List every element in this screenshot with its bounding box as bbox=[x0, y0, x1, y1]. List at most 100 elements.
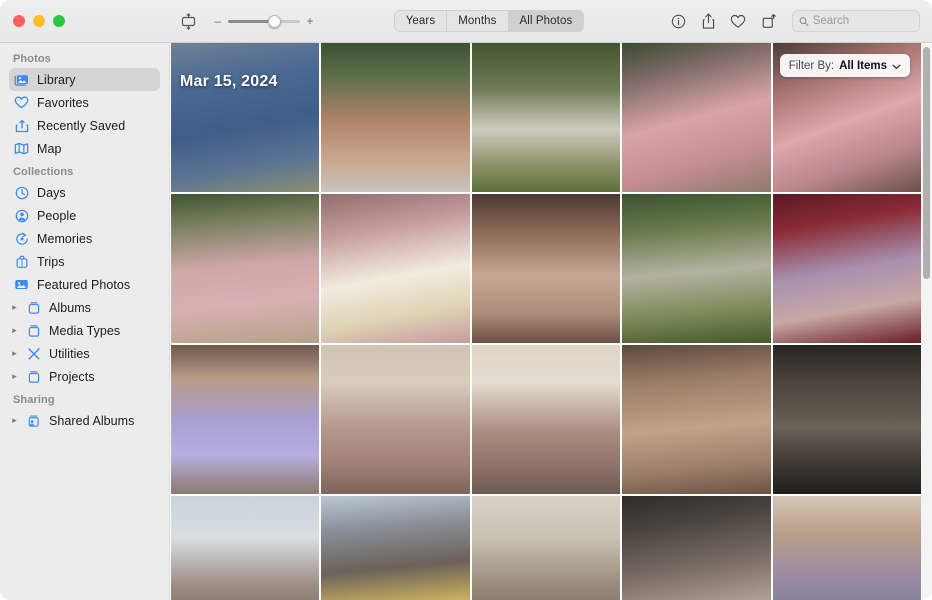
sidebar-item-utilities[interactable]: ▸ Utilities bbox=[9, 342, 160, 365]
favorite-heart-icon[interactable] bbox=[724, 9, 752, 33]
photo-thumbnail[interactable] bbox=[471, 345, 621, 494]
photo-thumbnail[interactable] bbox=[622, 345, 771, 494]
photos-window: – + Years Months All Photos Search Photo… bbox=[0, 0, 932, 600]
sidebar-item-favorites[interactable]: Favorites bbox=[9, 91, 160, 114]
album-icon bbox=[25, 370, 42, 384]
toolbar-right-group bbox=[664, 9, 932, 33]
sidebar-item-label: Shared Albums bbox=[49, 413, 135, 428]
photo-thumbnail[interactable] bbox=[171, 496, 320, 600]
sidebar-item-library[interactable]: Library bbox=[9, 68, 160, 91]
sidebar-item-label: Map bbox=[37, 141, 62, 156]
sidebar-item-shared-albums[interactable]: ▸ Shared Albums bbox=[9, 409, 160, 432]
maximize-button[interactable] bbox=[53, 15, 65, 27]
sidebar-item-label: Utilities bbox=[49, 346, 90, 361]
photo-image bbox=[171, 496, 320, 600]
photo-thumbnail[interactable] bbox=[471, 43, 621, 192]
sidebar-item-label: Trips bbox=[37, 254, 65, 269]
zoom-slider-knob[interactable] bbox=[268, 14, 282, 28]
photo-thumbnail[interactable] bbox=[471, 194, 621, 343]
photo-image bbox=[321, 345, 470, 494]
photo-thumbnail[interactable] bbox=[321, 345, 470, 494]
sidebar-item-recently-saved[interactable]: Recently Saved bbox=[9, 114, 160, 137]
thumbnail-zoom-slider[interactable]: – + bbox=[214, 14, 314, 28]
toolbar-left-group: – + bbox=[170, 9, 314, 33]
photo-image bbox=[321, 43, 470, 192]
photo-thumbnail[interactable] bbox=[321, 496, 470, 600]
zoom-in-label[interactable]: + bbox=[306, 15, 314, 27]
photo-thumbnail[interactable] bbox=[321, 194, 470, 343]
sidebar-item-label: Favorites bbox=[37, 95, 89, 110]
photo-image bbox=[171, 43, 320, 192]
chevron-down-icon[interactable] bbox=[892, 57, 901, 75]
photo-thumbnail[interactable] bbox=[622, 496, 771, 600]
heart-icon bbox=[13, 96, 30, 109]
chevron-right-icon[interactable]: ▸ bbox=[9, 415, 20, 426]
sidebar-item-days[interactable]: Days bbox=[9, 181, 160, 204]
rotate-icon[interactable] bbox=[754, 9, 782, 33]
album-icon bbox=[25, 301, 42, 315]
chevron-right-icon[interactable]: ▸ bbox=[9, 325, 20, 336]
photo-thumbnail[interactable] bbox=[772, 194, 921, 343]
utilities-tools-icon bbox=[25, 347, 42, 361]
sidebar-item-label: Albums bbox=[49, 300, 91, 315]
photo-thumbnail[interactable] bbox=[772, 496, 921, 600]
search-input[interactable] bbox=[812, 15, 913, 27]
tab-months[interactable]: Months bbox=[447, 11, 509, 31]
sidebar-item-memories[interactable]: Memories bbox=[9, 227, 160, 250]
shared-album-icon bbox=[25, 414, 42, 428]
filter-by-dropdown[interactable]: Filter By: All Items bbox=[779, 54, 910, 77]
sidebar-item-people[interactable]: People bbox=[9, 204, 160, 227]
sidebar-item-projects[interactable]: ▸ Projects bbox=[9, 365, 160, 388]
sidebar-item-trips[interactable]: Trips bbox=[9, 250, 160, 273]
filter-by-label: Filter By: bbox=[788, 59, 835, 72]
sidebar-item-label: Memories bbox=[37, 231, 93, 246]
sidebar-item-media-types[interactable]: ▸ Media Types bbox=[9, 319, 160, 342]
view-mode-segmented-control: Years Months All Photos bbox=[314, 10, 664, 32]
sidebar: Photos Library Favorites Recently Saved … bbox=[0, 43, 170, 600]
minimize-button[interactable] bbox=[33, 15, 45, 27]
sidebar-item-featured-photos[interactable]: Featured Photos bbox=[9, 273, 160, 296]
chevron-right-icon[interactable]: ▸ bbox=[9, 302, 20, 313]
search-field[interactable] bbox=[792, 10, 920, 32]
sidebar-item-map[interactable]: Map bbox=[9, 137, 160, 160]
photo-thumbnail[interactable] bbox=[171, 194, 320, 343]
photo-image bbox=[622, 345, 771, 494]
sidebar-toggle-icon[interactable] bbox=[175, 9, 201, 33]
sidebar-item-albums[interactable]: ▸ Albums bbox=[9, 296, 160, 319]
chevron-right-icon[interactable]: ▸ bbox=[9, 371, 20, 382]
vertical-scrollbar[interactable] bbox=[923, 47, 930, 279]
sidebar-item-label: Recently Saved bbox=[37, 118, 126, 133]
photo-thumbnail[interactable] bbox=[171, 345, 320, 494]
photo-thumbnail[interactable] bbox=[321, 43, 470, 192]
photo-grid-area: Mar 15, 2024 Filter By: All Items bbox=[170, 43, 932, 600]
photo-image bbox=[471, 345, 621, 494]
sidebar-item-label: Media Types bbox=[49, 323, 121, 338]
window-controls bbox=[0, 15, 170, 27]
photo-image bbox=[321, 194, 470, 343]
photo-grid bbox=[170, 43, 921, 600]
sidebar-item-label: People bbox=[37, 208, 77, 223]
tab-years[interactable]: Years bbox=[395, 11, 448, 31]
photo-image bbox=[471, 194, 621, 343]
photo-thumbnail[interactable] bbox=[772, 345, 921, 494]
info-icon[interactable] bbox=[664, 9, 692, 33]
sidebar-section-sharing: Sharing bbox=[13, 394, 55, 406]
toolbar: – + Years Months All Photos bbox=[0, 0, 932, 43]
photo-thumbnail[interactable] bbox=[622, 43, 771, 192]
share-icon[interactable] bbox=[694, 9, 722, 33]
photo-thumbnail[interactable] bbox=[171, 43, 320, 192]
zoom-slider-track[interactable] bbox=[228, 14, 300, 28]
featured-photos-icon bbox=[13, 278, 30, 291]
zoom-out-label[interactable]: – bbox=[214, 15, 222, 27]
chevron-right-icon[interactable]: ▸ bbox=[9, 348, 20, 359]
filter-by-value: All Items bbox=[839, 59, 887, 72]
photo-image bbox=[171, 194, 320, 343]
close-button[interactable] bbox=[13, 15, 25, 27]
photo-image bbox=[772, 496, 921, 600]
memories-icon bbox=[13, 232, 30, 246]
tab-all-photos[interactable]: All Photos bbox=[508, 11, 584, 31]
sidebar-item-label: Days bbox=[37, 185, 66, 200]
photo-thumbnail[interactable] bbox=[622, 194, 771, 343]
sidebar-item-label: Featured Photos bbox=[37, 277, 131, 292]
photo-thumbnail[interactable] bbox=[471, 496, 621, 600]
